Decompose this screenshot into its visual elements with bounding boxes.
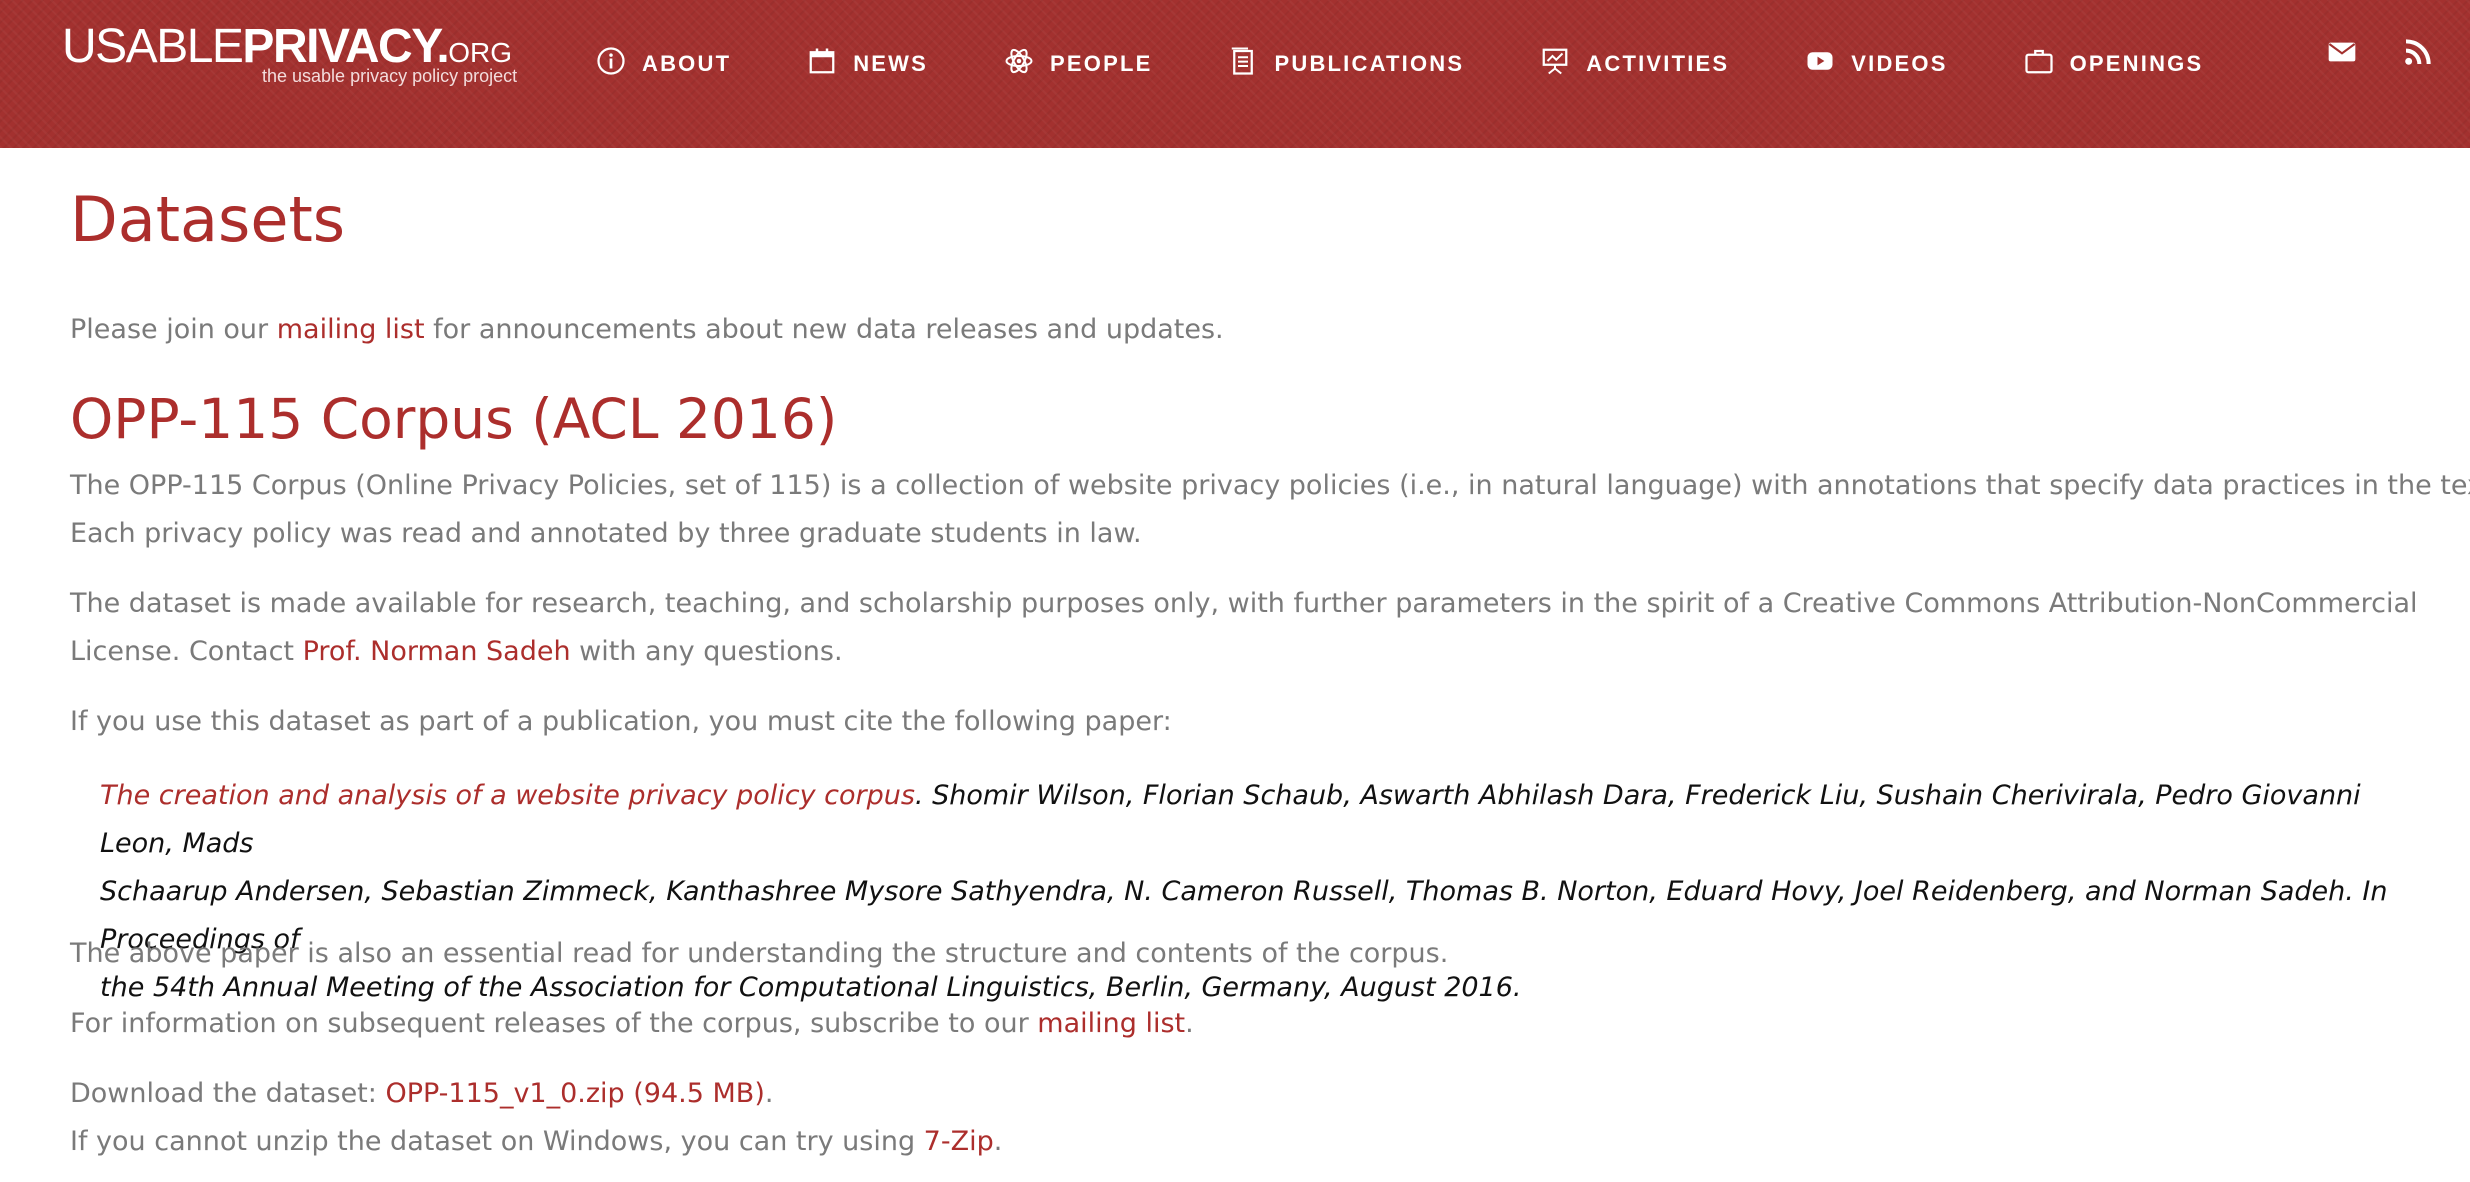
- mail-icon[interactable]: [2324, 34, 2360, 70]
- briefcase-icon: [2022, 44, 2056, 78]
- paper-link[interactable]: The creation and analysis of a website p…: [100, 780, 915, 811]
- document-icon: [1226, 44, 1260, 78]
- mailing-list-link-2[interactable]: mailing list: [1037, 1008, 1185, 1039]
- nav-item-publications[interactable]: PUBLICATIONS: [1226, 44, 1464, 78]
- page-title: Datasets: [70, 183, 346, 256]
- header-utility-links: [2284, 34, 2436, 70]
- cite-intro: If you use this dataset as part of a pub…: [70, 706, 1172, 737]
- rss-icon[interactable]: [2400, 34, 2436, 70]
- section-title-opp115: OPP-115 Corpus (ACL 2016): [70, 387, 838, 451]
- mailing-list-notice: Please join our mailing list for announc…: [70, 314, 1224, 345]
- logo-tagline: the usable privacy policy project: [262, 66, 518, 86]
- calendar-icon: [805, 44, 839, 78]
- license-notice: The dataset is made available for resear…: [70, 588, 2418, 667]
- youtube-icon: [1803, 44, 1837, 78]
- subsequent-releases-note: For information on subsequent releases o…: [70, 1008, 1194, 1039]
- nav-item-people[interactable]: PEOPLE: [1002, 44, 1152, 78]
- essential-read-note: The above paper is also an essential rea…: [70, 938, 1449, 969]
- atom-icon: [1002, 44, 1036, 78]
- nav-label-openings: OPENINGS: [2069, 51, 2204, 76]
- site-logo[interactable]: USABLEPRIVACY.ORG the usable privacy pol…: [62, 20, 517, 87]
- logo-org: ORG: [448, 37, 513, 68]
- download-line: Download the dataset: OPP-115_v1_0.zip (…: [70, 1078, 774, 1109]
- unzip-hint: If you cannot unzip the dataset on Windo…: [70, 1126, 1003, 1157]
- logo-usable: USABLE: [62, 20, 244, 73]
- nav-label-activities: ACTIVITIES: [1586, 51, 1730, 76]
- nav-item-news[interactable]: NEWS: [805, 44, 928, 78]
- nav-label-publications: PUBLICATIONS: [1274, 51, 1465, 76]
- nav-label-news: NEWS: [853, 51, 929, 76]
- nav-label-videos: VIDEOS: [1851, 51, 1948, 76]
- nav-label-people: PEOPLE: [1050, 51, 1153, 76]
- mailing-list-link[interactable]: mailing list: [277, 314, 425, 345]
- nav-label-about: ABOUT: [642, 51, 732, 76]
- corpus-description: The OPP-115 Corpus (Online Privacy Polic…: [70, 470, 2470, 549]
- main-nav: ABOUT NEWS PEOPLE PUBLICATIONS ACTIVITIE…: [594, 38, 2277, 84]
- site-header: USABLEPRIVACY.ORG the usable privacy pol…: [0, 0, 2470, 148]
- nav-item-openings[interactable]: OPENINGS: [2022, 44, 2204, 78]
- 7zip-link[interactable]: 7-Zip: [924, 1126, 994, 1157]
- nav-item-about[interactable]: ABOUT: [594, 44, 731, 78]
- contact-sadeh-link[interactable]: Prof. Norman Sadeh: [303, 636, 571, 667]
- nav-item-activities[interactable]: ACTIVITIES: [1538, 44, 1729, 78]
- nav-item-videos[interactable]: VIDEOS: [1803, 44, 1947, 78]
- info-icon: [594, 44, 628, 78]
- presentation-icon: [1538, 44, 1572, 78]
- download-dataset-link[interactable]: OPP-115_v1_0.zip (94.5 MB): [385, 1078, 764, 1109]
